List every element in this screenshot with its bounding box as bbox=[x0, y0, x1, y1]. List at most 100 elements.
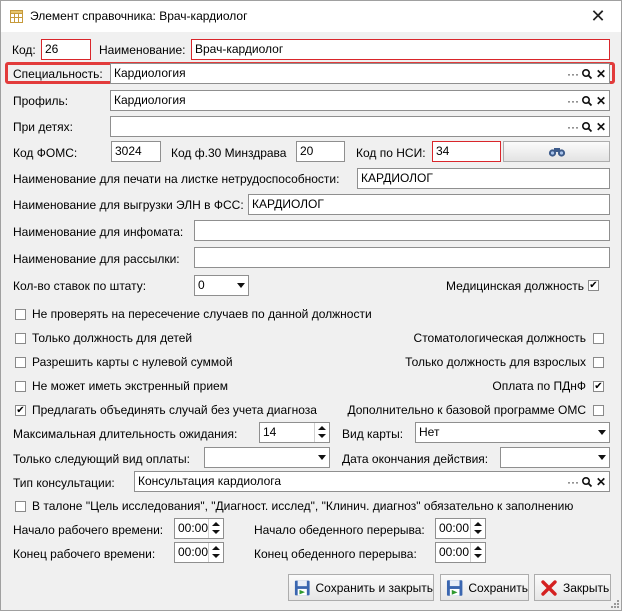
save-and-close-label: Сохранить и закрыть bbox=[315, 580, 433, 595]
spinner-buttons[interactable] bbox=[208, 519, 223, 538]
children-field[interactable]: ··· ✕ bbox=[110, 116, 610, 137]
no-emergency-checkbox[interactable] bbox=[15, 381, 26, 392]
up-arrow-icon bbox=[212, 546, 220, 550]
save-label: Сохранить bbox=[468, 580, 528, 595]
infomat-field[interactable] bbox=[194, 220, 610, 241]
specialty-field[interactable]: Кардиология ··· ✕ bbox=[110, 63, 610, 84]
f30-label: Код ф.30 Минздрава bbox=[171, 146, 287, 160]
work-end-field[interactable]: 00:00 bbox=[174, 542, 224, 563]
name-field[interactable]: Врач-кардиолог bbox=[191, 39, 610, 60]
clear-icon[interactable]: ✕ bbox=[595, 120, 607, 134]
lunch-end-field[interactable]: 00:00 bbox=[435, 542, 486, 563]
medical-checkbox[interactable]: ✔ bbox=[588, 280, 599, 291]
chevron-down-icon bbox=[598, 430, 606, 435]
adults-only-label: Только должность для взрослых bbox=[405, 355, 586, 369]
more-icon[interactable]: ··· bbox=[567, 120, 579, 134]
wait-value: 14 bbox=[263, 425, 277, 439]
lunch-start-field[interactable]: 00:00 bbox=[435, 518, 486, 539]
end-date-combo[interactable] bbox=[500, 447, 610, 468]
work-end-label: Конец рабочего времени: bbox=[13, 547, 156, 561]
clear-icon[interactable]: ✕ bbox=[595, 475, 607, 489]
oms-extra-checkbox[interactable] bbox=[593, 405, 604, 416]
save-and-close-button[interactable]: Сохранить и закрыть bbox=[288, 574, 434, 601]
no-overlap-label: Не проверять на пересечение случаев по д… bbox=[32, 307, 372, 321]
end-date-label: Дата окончания действия: bbox=[342, 452, 489, 466]
dental-checkbox[interactable] bbox=[593, 333, 604, 344]
down-arrow-icon bbox=[318, 434, 326, 438]
rates-combo[interactable]: 0 bbox=[194, 275, 249, 296]
card-type-value: Нет bbox=[419, 425, 440, 439]
save-icon bbox=[446, 579, 463, 596]
more-icon[interactable]: ··· bbox=[567, 67, 579, 81]
up-arrow-icon bbox=[212, 522, 220, 526]
clear-icon[interactable]: ✕ bbox=[595, 67, 607, 81]
mailing-label: Наименование для рассылки: bbox=[13, 252, 180, 266]
pdnf-checkbox[interactable]: ✔ bbox=[593, 381, 604, 392]
spinner-buttons[interactable] bbox=[470, 543, 485, 562]
spinner-buttons[interactable] bbox=[470, 519, 485, 538]
chevron-down-icon bbox=[598, 455, 606, 460]
merge-cases-checkbox[interactable]: ✔ bbox=[15, 405, 26, 416]
next-payment-combo[interactable] bbox=[204, 447, 330, 468]
more-icon[interactable]: ··· bbox=[567, 475, 579, 489]
resize-grip-icon[interactable] bbox=[610, 599, 620, 609]
children-label: При детях: bbox=[13, 120, 73, 134]
print-name-label: Наименование для печати на листке нетруд… bbox=[13, 172, 340, 186]
no-overlap-checkbox[interactable] bbox=[15, 309, 26, 320]
up-arrow-icon bbox=[318, 426, 326, 430]
wait-spinner[interactable]: 14 bbox=[259, 422, 330, 443]
lunch-start-value: 00:00 bbox=[439, 521, 470, 535]
consult-field[interactable]: Консультация кардиолога ··· ✕ bbox=[134, 471, 610, 492]
close-button[interactable]: Закрыть bbox=[534, 574, 611, 601]
consult-label: Тип консультации: bbox=[13, 476, 115, 490]
close-label: Закрыть bbox=[563, 580, 610, 595]
f30-field[interactable]: 20 bbox=[296, 141, 345, 162]
dental-label: Стоматологическая должность bbox=[413, 331, 586, 345]
spinner-buttons[interactable] bbox=[314, 423, 329, 442]
adults-only-checkbox[interactable] bbox=[593, 357, 604, 368]
search-icon[interactable] bbox=[581, 121, 593, 133]
more-icon[interactable]: ··· bbox=[567, 94, 579, 108]
up-arrow-icon bbox=[474, 546, 482, 550]
zero-sum-checkbox[interactable] bbox=[15, 357, 26, 368]
down-arrow-icon bbox=[474, 530, 482, 534]
consult-value: Консультация кардиолога bbox=[138, 474, 282, 488]
profile-field[interactable]: Кардиология ··· ✕ bbox=[110, 90, 610, 111]
close-icon[interactable]: ✕ bbox=[586, 5, 610, 27]
nsi-label: Код по НСИ: bbox=[356, 146, 426, 160]
rates-value: 0 bbox=[198, 278, 205, 292]
window-title: Элемент справочника: Врач-кардиолог bbox=[30, 9, 248, 23]
search-icon[interactable] bbox=[581, 476, 593, 488]
print-name-field[interactable]: КАРДИОЛОГ bbox=[357, 168, 610, 189]
specialty-label: Специальность: bbox=[13, 67, 103, 81]
wait-label: Максимальная длительность ожидания: bbox=[13, 427, 238, 441]
mailing-field[interactable] bbox=[194, 247, 610, 268]
medical-label: Медицинская должность bbox=[446, 279, 584, 293]
children-only-label: Только должность для детей bbox=[32, 331, 193, 345]
chevron-down-icon bbox=[237, 283, 245, 288]
save-button[interactable]: Сохранить bbox=[440, 574, 529, 601]
foms-field[interactable]: 3024 bbox=[111, 141, 161, 162]
eln-name-field[interactable]: КАРДИОЛОГ bbox=[248, 194, 610, 215]
profile-value: Кардиология bbox=[114, 93, 186, 107]
card-type-combo[interactable]: Нет bbox=[415, 422, 610, 443]
work-start-field[interactable]: 00:00 bbox=[174, 518, 224, 539]
specialty-value: Кардиология bbox=[114, 66, 186, 80]
nsi-search-button[interactable] bbox=[503, 141, 610, 162]
name-label: Наименование: bbox=[99, 43, 186, 57]
card-type-label: Вид карты: bbox=[342, 427, 404, 441]
oms-extra-label: Дополнительно к базовой программе ОМС bbox=[347, 403, 587, 417]
merge-cases-label: Предлагать объединять случай без учета д… bbox=[32, 403, 317, 417]
checkmark-icon: ✔ bbox=[16, 405, 25, 416]
infomat-label: Наименование для инфомата: bbox=[13, 225, 184, 239]
children-only-checkbox[interactable] bbox=[15, 333, 26, 344]
kod-field[interactable]: 26 bbox=[41, 39, 91, 60]
clear-icon[interactable]: ✕ bbox=[595, 94, 607, 108]
nsi-field[interactable]: 34 bbox=[432, 141, 501, 162]
search-icon[interactable] bbox=[581, 68, 593, 80]
spinner-buttons[interactable] bbox=[208, 543, 223, 562]
talon-checkbox[interactable] bbox=[15, 501, 26, 512]
down-arrow-icon bbox=[212, 530, 220, 534]
pdnf-label: Оплата по ПДнФ bbox=[492, 379, 586, 393]
search-icon[interactable] bbox=[581, 95, 593, 107]
